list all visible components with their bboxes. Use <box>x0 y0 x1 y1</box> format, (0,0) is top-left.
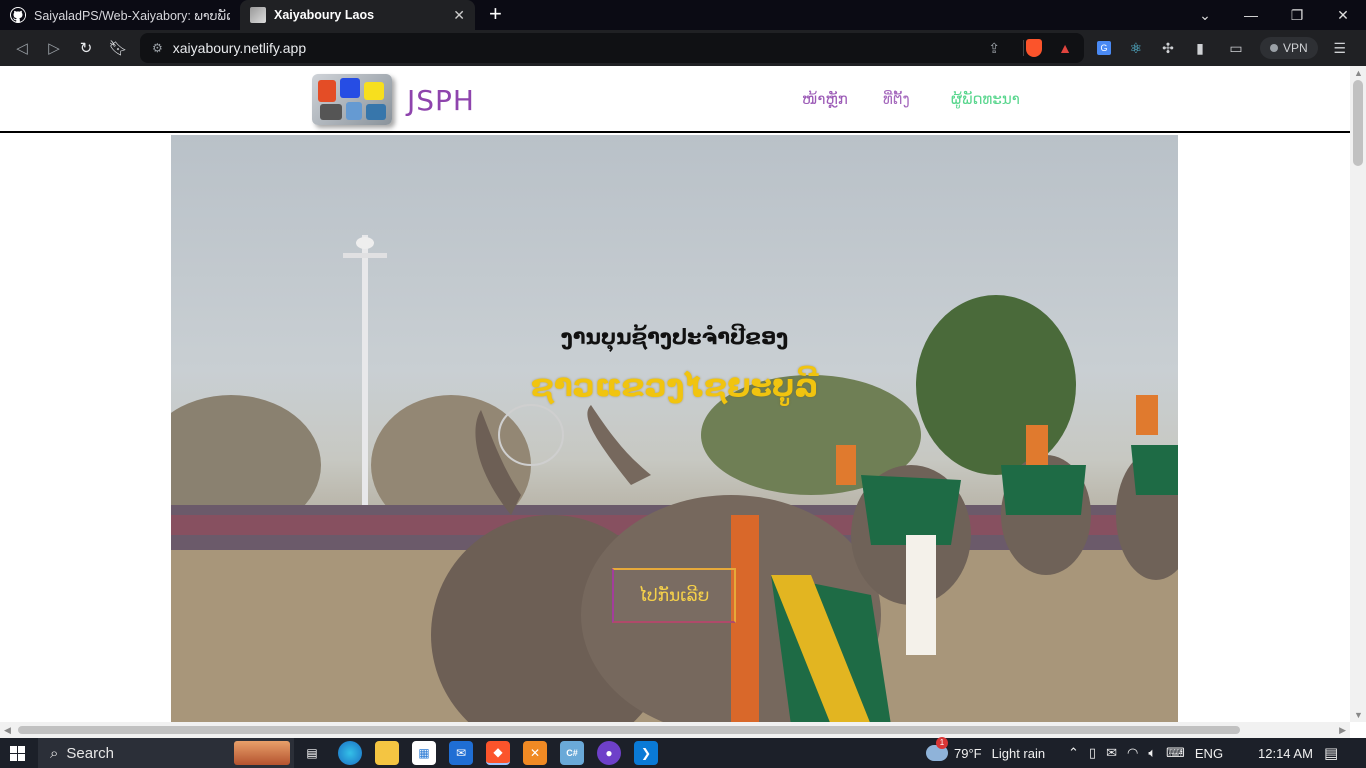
clock[interactable]: 12:14 AM <box>1258 738 1313 768</box>
sidebar-icon[interactable]: ▮ <box>1184 33 1216 63</box>
tab-search-icon[interactable]: ⌄ <box>1182 0 1228 30</box>
xampp-icon[interactable]: ✕ <box>523 741 547 765</box>
edge-icon[interactable] <box>338 741 362 765</box>
site-header: JSPH ໜ້າຫຼັກ ທີ່ຕັ້ງ ຜູ້ພັດທະນາ <box>0 66 1350 133</box>
search-icon: ⌕ <box>50 744 59 762</box>
react-devtools-icon[interactable]: ⚛ <box>1120 33 1152 63</box>
volume-icon[interactable]: 🔈︎ <box>1148 745 1156 761</box>
mail-icon[interactable]: ✉ <box>449 741 473 765</box>
visual-studio-icon[interactable]: C# <box>560 741 584 765</box>
tab-xaiyaboury[interactable]: Xaiyaboury Laos ✕ <box>240 0 475 30</box>
hero-banner: ງານບຸນຊ້າງປະຈຳປີຂອງ ຊາວແຂວງໄຊຍະບູລີ ໄປກັ… <box>171 135 1178 722</box>
weather-temp: 79°F <box>954 745 982 761</box>
translate-extension-icon[interactable]: G <box>1088 33 1120 63</box>
search-label: Search <box>66 744 114 762</box>
tab-title: Xaiyaboury Laos <box>274 8 375 22</box>
wallet-icon[interactable]: ▭ <box>1216 33 1256 63</box>
scroll-right-icon[interactable]: ▶ <box>1339 725 1346 736</box>
brand-name[interactable]: JSPH <box>407 84 475 117</box>
scroll-up-icon[interactable]: ▲ <box>1354 68 1363 78</box>
nav-home[interactable]: ໜ້າຫຼັກ <box>802 90 848 108</box>
url-text: xaiyaboury.netlify.app <box>172 40 307 56</box>
language-indicator[interactable]: ENG <box>1195 746 1223 761</box>
notifications-icon[interactable]: ▤ <box>1324 738 1338 768</box>
close-window-button[interactable]: ✕ <box>1320 0 1366 30</box>
vpn-status-icon <box>1270 44 1278 52</box>
weather-cloud-icon: 1 <box>926 737 948 761</box>
scroll-left-icon[interactable]: ◀ <box>4 725 11 736</box>
address-bar[interactable]: ⚙ xaiyaboury.netlify.app ⇪ ▲ <box>140 33 1084 63</box>
close-tab-icon[interactable]: ✕ <box>453 7 465 24</box>
store-icon[interactable]: ▦ <box>412 741 436 765</box>
hero-cta-button[interactable]: ໄປກັນເລີຍ <box>612 568 736 623</box>
horizontal-scroll-thumb[interactable] <box>18 726 1240 734</box>
hero-subtitle: ຊາວແຂວງໄຊຍະບູລີ <box>530 368 819 404</box>
menu-icon[interactable]: ☰ <box>1324 33 1356 63</box>
page-viewport: JSPH ໜ້າຫຼັກ ທີ່ຕັ້ງ ຜູ້ພັດທະນາ ງານບຸນຊ້… <box>0 66 1350 722</box>
site-logo[interactable] <box>312 74 392 125</box>
nav-location[interactable]: ທີ່ຕັ້ງ <box>883 90 910 108</box>
wifi-icon[interactable]: ◠ <box>1127 745 1138 761</box>
taskbar-search[interactable]: ⌕ Search <box>38 738 294 768</box>
reload-icon[interactable]: ↻ <box>70 32 102 64</box>
new-tab-button[interactable]: + <box>475 0 516 30</box>
brave-icon[interactable]: ◆ <box>486 741 510 765</box>
device-icon[interactable]: ▯ <box>1089 745 1096 761</box>
brave-shields-icon[interactable] <box>1026 39 1042 57</box>
github-icon <box>10 7 26 23</box>
vertical-scrollbar[interactable]: ▲ ▼ <box>1350 66 1366 722</box>
site-favicon-icon <box>250 7 266 23</box>
site-info-icon[interactable]: ⚙ <box>152 41 163 55</box>
tab-title: SaiyaladPS/Web-Xaiyabory: ພາບພັດທະ <box>34 8 230 23</box>
vpn-button[interactable]: VPN <box>1260 37 1318 59</box>
windows-taskbar: ⌕ Search ▤ ▦ ✉ ◆ ✕ C# ● ❯ 1 79°F Light r… <box>0 737 1366 768</box>
scroll-down-icon[interactable]: ▼ <box>1354 710 1363 720</box>
github-desktop-icon[interactable]: ● <box>597 741 621 765</box>
brave-rewards-icon[interactable]: ▲ <box>1058 40 1072 56</box>
tab-github[interactable]: SaiyaladPS/Web-Xaiyabory: ພາບພັດທະ <box>0 0 240 30</box>
search-highlight-image <box>234 741 290 765</box>
back-icon[interactable]: ◁ <box>6 32 38 64</box>
nav-developers[interactable]: ຜູ້ພັດທະນາ <box>951 90 1020 108</box>
restore-button[interactable]: ❐ <box>1274 0 1320 30</box>
hero-photo <box>171 235 1178 722</box>
keyboard-icon[interactable]: ⌨ <box>1166 745 1185 761</box>
vertical-scroll-thumb[interactable] <box>1353 80 1363 166</box>
browser-toolbar: ◁ ▷ ↻ 🔖︎ ⚙ xaiyaboury.netlify.app ⇪ ▲ G … <box>0 30 1366 66</box>
ime-icon[interactable]: ✉ <box>1106 745 1117 761</box>
hero-title: ງານບຸນຊ້າງປະຈຳປີຂອງ <box>560 325 789 349</box>
horizontal-scrollbar[interactable]: ◀ ▶ <box>0 722 1350 738</box>
minimize-button[interactable]: — <box>1228 0 1274 30</box>
vscode-icon[interactable]: ❯ <box>634 741 658 765</box>
forward-icon[interactable]: ▷ <box>38 32 70 64</box>
task-view-icon[interactable]: ▤ <box>300 741 324 765</box>
windows-start-icon[interactable] <box>10 746 25 761</box>
file-explorer-icon[interactable] <box>375 741 399 765</box>
bookmark-icon[interactable]: 🔖︎ <box>102 32 134 64</box>
share-icon[interactable]: ⇪ <box>988 40 1000 57</box>
weather-widget[interactable]: 1 79°F Light rain <box>926 737 1046 768</box>
weather-badge: 1 <box>936 737 948 749</box>
weather-desc: Light rain <box>991 745 1046 761</box>
tab-strip: SaiyaladPS/Web-Xaiyabory: ພາບພັດທະ Xaiya… <box>0 0 1366 30</box>
extensions-icon[interactable]: ✣ <box>1152 33 1184 63</box>
show-hidden-icons-icon[interactable]: ⌃ <box>1068 745 1079 761</box>
